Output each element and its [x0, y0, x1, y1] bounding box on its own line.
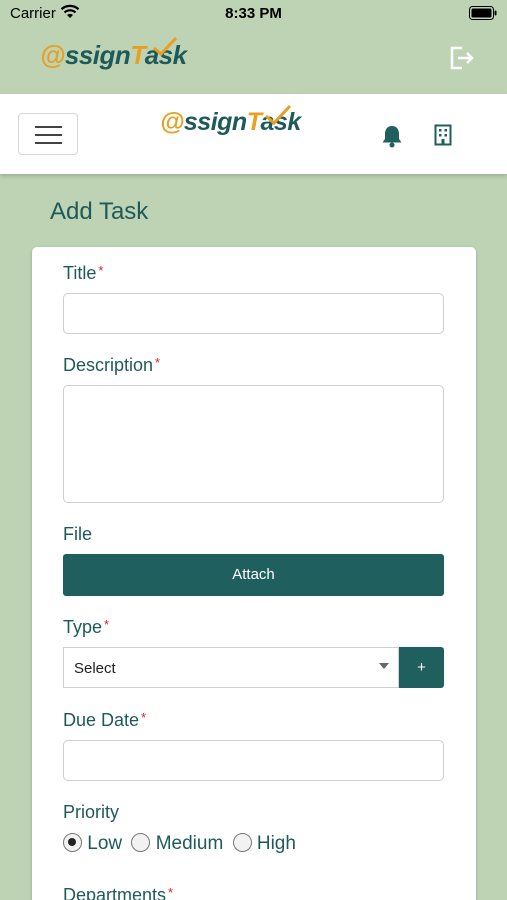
- radio-button[interactable]: [63, 833, 82, 852]
- due-date-label: Due Date *: [63, 710, 147, 730]
- building-icon[interactable]: [434, 124, 452, 151]
- nav-bar: @ssignTask: [0, 94, 507, 174]
- radio-button[interactable]: [131, 833, 151, 852]
- required-marker: *: [168, 885, 174, 900]
- priority-option-low[interactable]: Low: [63, 833, 127, 854]
- description-textarea[interactable]: [63, 385, 444, 503]
- logout-icon[interactable]: [447, 44, 475, 77]
- hamburger-icon: [35, 126, 62, 128]
- chevron-down-icon: [379, 663, 389, 669]
- bell-icon[interactable]: [381, 124, 403, 153]
- required-marker: *: [98, 263, 104, 278]
- required-marker: *: [104, 617, 110, 632]
- description-label: Description *: [63, 355, 161, 375]
- departments-label: Departments *: [63, 885, 174, 900]
- title-label: Title *: [63, 263, 104, 283]
- page-title: Add Task: [50, 198, 149, 225]
- app-header: @ssignTask: [0, 28, 507, 94]
- priority-label: Priority: [63, 802, 120, 822]
- add-type-button[interactable]: +: [399, 647, 444, 688]
- priority-option-high[interactable]: High: [232, 833, 296, 854]
- radio-button[interactable]: [232, 833, 252, 852]
- type-select-value: Select: [74, 660, 116, 677]
- priority-option-medium[interactable]: Medium: [131, 833, 228, 854]
- type-label: Type *: [63, 617, 110, 637]
- nav-logo: @ssignTask: [160, 104, 301, 136]
- menu-button[interactable]: [18, 113, 78, 155]
- app-logo: @ssignTask: [40, 36, 187, 70]
- clock: 8:33 PM: [225, 5, 282, 22]
- priority-radio-group: Low Medium High: [63, 833, 300, 857]
- type-select[interactable]: Select: [63, 647, 399, 688]
- status-bar: Carrier 8:33 PM: [0, 0, 507, 28]
- required-marker: *: [155, 355, 161, 370]
- required-marker: *: [141, 710, 147, 725]
- file-label: File: [63, 524, 93, 544]
- battery-icon: [469, 6, 497, 24]
- title-input[interactable]: [63, 293, 444, 334]
- attach-button[interactable]: Attach: [63, 554, 444, 596]
- due-date-input[interactable]: [63, 740, 444, 781]
